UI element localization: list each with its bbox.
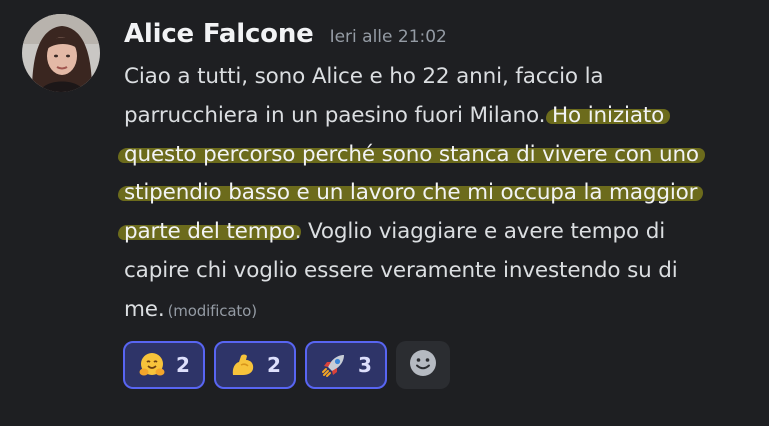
message-line: questo percorso perché sono stanca di vi… — [124, 136, 754, 175]
edited-label: (modificato) — [167, 301, 257, 320]
message-line: stipendio basso e un lavoro che mi occup… — [124, 174, 754, 213]
message-text: me. — [124, 296, 165, 322]
reaction-hugging-face[interactable]: 2 — [123, 341, 205, 389]
author-name[interactable]: Alice Falcone — [124, 19, 314, 49]
message-text: parrucchiera in un paesino fuori Milano. — [124, 102, 553, 128]
reaction-count: 2 — [176, 353, 190, 377]
highlighted-text: stipendio basso e un lavoro che mi occup… — [124, 180, 698, 206]
message-header: Alice Falcone Ieri alle 21:02 — [124, 19, 447, 55]
message-line: capire chi voglio essere veramente inves… — [124, 252, 754, 291]
avatar[interactable] — [22, 14, 100, 92]
highlighted-text: Ho iniziato — [552, 102, 665, 128]
reaction-count: 2 — [267, 353, 281, 377]
highlighted-text: parte del tempo — [124, 219, 295, 245]
highlighted-text: questo percorso perché sono stanca di vi… — [124, 141, 699, 167]
rocket-icon — [320, 351, 348, 379]
reaction-flexed-biceps[interactable]: 2 — [214, 341, 296, 389]
smiley-add-icon — [408, 348, 438, 382]
chat-message: Alice Falcone Ieri alle 21:02 Ciao a tut… — [0, 0, 769, 426]
message-line: Ciao a tutti, sono Alice e ho 22 anni, f… — [124, 58, 754, 97]
reactions-bar: 2 2 3 — [123, 341, 450, 389]
flexed-biceps-icon — [229, 351, 257, 379]
add-reaction-button[interactable] — [396, 341, 450, 389]
message-text: Ciao a tutti, sono Alice e ho 22 anni, f… — [124, 64, 604, 89]
hugging-face-icon — [138, 351, 166, 379]
reaction-count: 3 — [358, 353, 372, 377]
timestamp[interactable]: Ieri alle 21:02 — [330, 27, 447, 47]
message-text: . Voglio viaggiare e avere tempo di — [294, 219, 666, 245]
message-line: parte del tempo. Voglio viaggiare e aver… — [124, 213, 754, 252]
avatar-image — [22, 14, 100, 92]
message-line: me. (modificato) — [124, 291, 754, 331]
message-line: parrucchiera in un paesino fuori Milano.… — [124, 97, 754, 136]
reaction-rocket[interactable]: 3 — [305, 341, 387, 389]
message-content: Ciao a tutti, sono Alice e ho 22 anni, f… — [124, 58, 754, 331]
message-text: capire chi voglio essere veramente inves… — [124, 257, 678, 283]
